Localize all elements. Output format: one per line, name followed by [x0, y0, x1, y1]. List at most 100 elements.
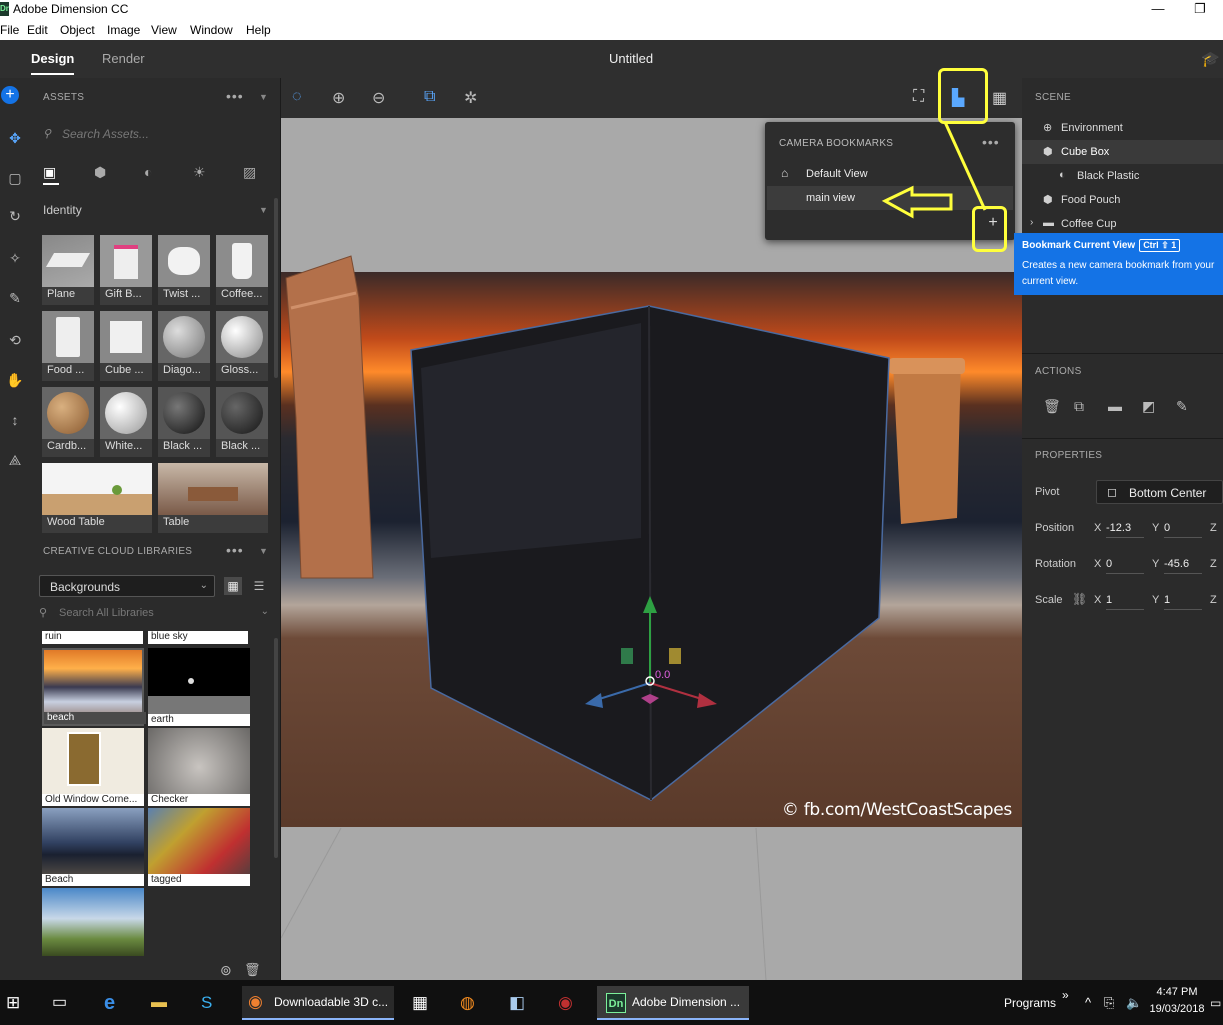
- position-x-field[interactable]: -12.3: [1106, 518, 1144, 538]
- app-icon-generic[interactable]: ◧: [509, 990, 525, 1016]
- edge-icon[interactable]: e: [104, 990, 115, 1016]
- delete-icon[interactable]: 🗑: [1043, 398, 1061, 415]
- menu-window[interactable]: Window: [190, 23, 233, 37]
- bag-icon[interactable]: ▣: [43, 164, 56, 181]
- chevron-down-icon[interactable]: ▼: [259, 92, 268, 102]
- zoom-in-icon[interactable]: ⊕: [332, 88, 345, 108]
- app-icon-red[interactable]: ◉: [558, 990, 573, 1016]
- group-icon[interactable]: ▬: [1108, 398, 1122, 414]
- add-icon[interactable]: +: [1, 86, 19, 104]
- asset-tile[interactable]: Coffee...: [216, 235, 268, 305]
- assets-scrollbar[interactable]: [274, 198, 278, 378]
- snap-icon[interactable]: ✲: [464, 88, 477, 108]
- cc-sync-icon[interactable]: ⊚: [220, 962, 232, 979]
- asset-filter[interactable]: Identity: [43, 203, 82, 217]
- scale-x-field[interactable]: 1: [1106, 590, 1144, 610]
- duplicate-icon[interactable]: ⧉: [1074, 398, 1084, 415]
- list-view-icon[interactable]: ☰: [250, 577, 268, 595]
- learn-icon[interactable]: 🎓: [1201, 50, 1220, 68]
- minimize-button[interactable]: —: [1135, 0, 1181, 20]
- fullscreen-icon[interactable]: ⛶: [913, 88, 924, 106]
- taskbar-firefox[interactable]: ◉ Downloadable 3D c...: [242, 986, 394, 1020]
- rotation-x-field[interactable]: 0: [1106, 554, 1144, 574]
- pan-hand-icon[interactable]: ✋: [3, 368, 27, 392]
- chevron-down-icon[interactable]: ▼: [259, 205, 268, 215]
- link-icon[interactable]: ⛓: [1072, 592, 1087, 606]
- asset-tile[interactable]: Table: [158, 463, 268, 533]
- task-view-icon[interactable]: ▭: [52, 990, 67, 1016]
- frame-selection-icon[interactable]: ⧉: [424, 88, 435, 106]
- scale-y-field[interactable]: 1: [1164, 590, 1202, 610]
- select-tool-icon[interactable]: ▢: [3, 166, 27, 190]
- scene-item-food-pouch[interactable]: ⬢ Food Pouch: [1022, 188, 1223, 212]
- models-icon[interactable]: ⬢: [94, 164, 106, 181]
- library-item[interactable]: earth: [148, 648, 250, 726]
- clock[interactable]: 4:47 PM 19/03/2018: [1148, 984, 1206, 1018]
- menu-edit[interactable]: Edit: [27, 23, 48, 37]
- asset-tile[interactable]: Black ...: [158, 387, 210, 457]
- menu-help[interactable]: Help: [246, 23, 271, 37]
- scene-item-environment[interactable]: ⊕ Environment: [1022, 116, 1223, 140]
- libraries-scrollbar[interactable]: [274, 638, 278, 858]
- tab-design[interactable]: Design: [31, 51, 75, 75]
- library-item[interactable]: Old Window Corne...: [42, 728, 144, 806]
- magic-wand-icon[interactable]: ✧: [3, 246, 27, 270]
- library-item[interactable]: [42, 888, 144, 956]
- library-item[interactable]: Beach: [42, 808, 144, 886]
- notifications-icon[interactable]: ▭: [1210, 990, 1221, 1016]
- horizon-icon[interactable]: ⟁: [3, 448, 27, 472]
- assets-more-button[interactable]: •••: [226, 88, 244, 104]
- asset-tile[interactable]: Gift B...: [100, 235, 152, 305]
- windows-start-icon[interactable]: ⊞: [6, 990, 20, 1016]
- show-hidden-icons[interactable]: ^: [1085, 990, 1091, 1016]
- pivot-select[interactable]: ◻ Bottom Center: [1096, 480, 1223, 504]
- library-item[interactable]: Checker: [148, 728, 250, 806]
- lights-icon[interactable]: ☀: [193, 164, 206, 181]
- menu-image[interactable]: Image: [107, 23, 140, 37]
- libraries-more-button[interactable]: •••: [226, 542, 244, 558]
- assets-search-input[interactable]: ⚲ Search Assets...: [40, 126, 270, 146]
- asset-tile[interactable]: Food ...: [42, 311, 94, 381]
- asset-tile[interactable]: Black ...: [216, 387, 268, 457]
- library-item[interactable]: beach: [42, 648, 146, 726]
- asset-tile[interactable]: Diago...: [158, 311, 210, 381]
- library-item[interactable]: tagged: [148, 808, 250, 886]
- restore-button[interactable]: ❐: [1177, 0, 1223, 20]
- zoom-out-icon[interactable]: ⊖: [372, 88, 385, 108]
- eyedropper-icon[interactable]: ✎: [3, 286, 27, 310]
- libraries-search-input[interactable]: ⚲ Search All Libraries ⌄: [39, 606, 269, 622]
- materials-icon[interactable]: ◐: [144, 164, 152, 180]
- trash-icon[interactable]: 🗑: [244, 962, 261, 978]
- volume-icon[interactable]: 🔈: [1126, 990, 1142, 1016]
- 3d-viewport[interactable]: 0.0 © fb.com/WestCoastScapes: [281, 118, 1022, 980]
- chevron-right-icon[interactable]: ›: [1030, 217, 1033, 228]
- file-explorer-icon[interactable]: ▬: [151, 990, 167, 1016]
- sample-icon[interactable]: ✎: [1176, 398, 1188, 415]
- blender-icon[interactable]: ◍: [460, 990, 475, 1016]
- chevron-down-icon[interactable]: ▼: [259, 546, 268, 556]
- position-y-field[interactable]: 0: [1164, 518, 1202, 538]
- skype-icon[interactable]: S: [201, 990, 212, 1016]
- taskbar-dimension[interactable]: Dn Adobe Dimension ...: [597, 986, 749, 1020]
- programs-toolbar[interactable]: Programs: [1004, 990, 1056, 1016]
- asset-tile[interactable]: Gloss...: [216, 311, 268, 381]
- rotation-y-field[interactable]: -45.6: [1164, 554, 1202, 574]
- tab-render[interactable]: Render: [102, 51, 145, 66]
- rotate-tool-icon[interactable]: ↻: [3, 204, 27, 228]
- menu-object[interactable]: Object: [60, 23, 95, 37]
- asset-tile[interactable]: Wood Table: [42, 463, 152, 533]
- asset-tile[interactable]: White...: [100, 387, 152, 457]
- orbit-icon[interactable]: ⟲: [3, 328, 27, 352]
- grid-view-icon[interactable]: ▦: [224, 577, 242, 595]
- asset-tile[interactable]: Cube ...: [100, 311, 152, 381]
- asset-tile[interactable]: Plane: [42, 235, 94, 305]
- asset-tile[interactable]: Twist ...: [158, 235, 210, 305]
- scene-item-cube-box[interactable]: ⬢ Cube Box: [1022, 140, 1223, 164]
- render-preview-icon[interactable]: ▦: [992, 88, 1007, 108]
- menu-file[interactable]: File: [0, 23, 19, 37]
- calendar-icon[interactable]: ▦: [412, 990, 428, 1016]
- menu-view[interactable]: View: [151, 23, 177, 37]
- move-tool-icon[interactable]: ✥: [3, 126, 27, 150]
- library-select[interactable]: Backgrounds ⌄: [39, 575, 215, 597]
- asset-tile[interactable]: Cardb...: [42, 387, 94, 457]
